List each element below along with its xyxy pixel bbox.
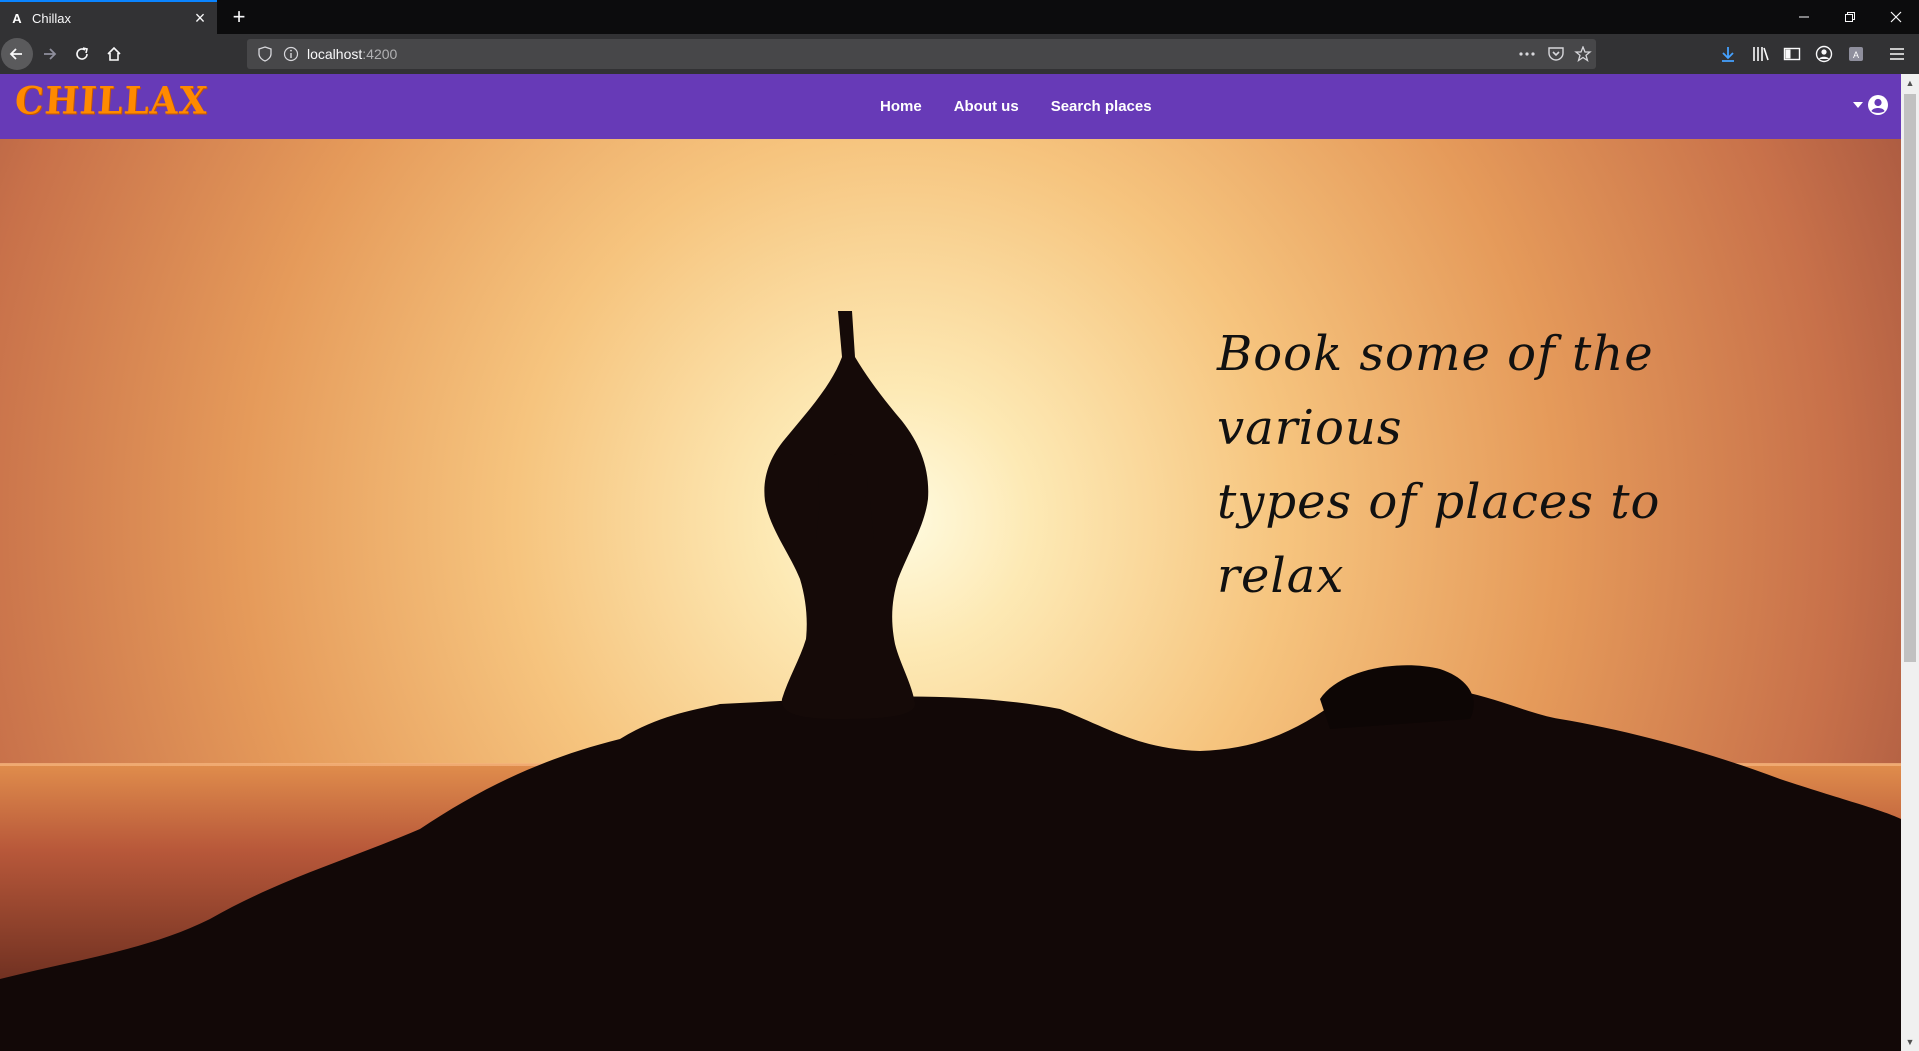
sidebar-icon[interactable]: [1782, 44, 1802, 64]
restore-icon: [1845, 12, 1855, 22]
minimize-icon: [1799, 16, 1809, 18]
nav-search-places[interactable]: Search places: [1051, 98, 1152, 115]
forward-icon: [44, 48, 57, 60]
tab-title: Chillax: [32, 10, 72, 26]
bookmark-star-icon[interactable]: [1574, 46, 1592, 62]
url-host: localhost: [307, 46, 363, 62]
library-icon[interactable]: [1751, 44, 1771, 64]
caret-down-icon: [1853, 102, 1863, 108]
back-icon: [9, 48, 22, 60]
info-icon[interactable]: [283, 46, 299, 62]
home-icon: [107, 46, 121, 61]
url-port: :4200: [362, 46, 398, 62]
scroll-up-arrow-icon[interactable]: ▲: [1901, 74, 1919, 92]
angular-favicon-icon: A: [12, 10, 22, 26]
more-icon[interactable]: [1518, 46, 1536, 62]
restore-button[interactable]: [1827, 0, 1873, 34]
download-icon[interactable]: [1718, 44, 1738, 64]
pocket-icon[interactable]: [1547, 46, 1565, 62]
site-header: CHILLAX Home About us Search places: [0, 74, 1901, 139]
extension-icon[interactable]: A: [1846, 44, 1866, 64]
scroll-down-arrow-icon[interactable]: ▼: [1901, 1033, 1919, 1051]
close-window-icon: [1890, 11, 1902, 23]
reload-icon: [76, 47, 88, 60]
hero-tagline-line1: Book some of the various: [1217, 326, 1654, 456]
account-icon[interactable]: [1814, 44, 1834, 64]
close-window-button[interactable]: [1873, 0, 1919, 34]
forward-button[interactable]: [33, 38, 65, 70]
hero-section: Book some of the various types of places…: [0, 139, 1901, 1051]
nav-home[interactable]: Home: [880, 98, 922, 115]
new-tab-button[interactable]: +: [226, 4, 252, 30]
svg-text:A: A: [1853, 50, 1859, 60]
user-circle-icon: [1868, 95, 1888, 115]
chillax-logo[interactable]: CHILLAX: [14, 79, 210, 123]
page-viewport: CHILLAX Home About us Search places Book…: [0, 74, 1901, 1051]
hero-tagline: Book some of the various types of places…: [1217, 317, 1737, 613]
shield-icon[interactable]: [257, 46, 273, 62]
user-menu-dropdown[interactable]: [1853, 94, 1889, 116]
tab-chillax[interactable]: A Chillax ×: [0, 0, 217, 34]
url-text[interactable]: localhost:4200: [307, 46, 397, 62]
nav-about-us[interactable]: About us: [954, 98, 1019, 115]
main-nav: Home About us Search places: [880, 74, 1152, 139]
vertical-scrollbar[interactable]: ▲ ▼: [1901, 74, 1919, 1051]
reload-button[interactable]: [66, 38, 98, 70]
url-bar[interactable]: localhost:4200: [247, 39, 1596, 69]
minimize-button[interactable]: [1781, 0, 1827, 34]
menu-icon[interactable]: [1887, 44, 1907, 64]
scrollbar-thumb[interactable]: [1904, 94, 1916, 662]
close-tab-icon[interactable]: ×: [189, 7, 211, 29]
hero-tagline-line2: types of places to relax: [1217, 474, 1661, 604]
tab-strip: A Chillax × +: [0, 0, 1919, 34]
home-button[interactable]: [98, 38, 130, 70]
back-button[interactable]: [1, 38, 33, 70]
